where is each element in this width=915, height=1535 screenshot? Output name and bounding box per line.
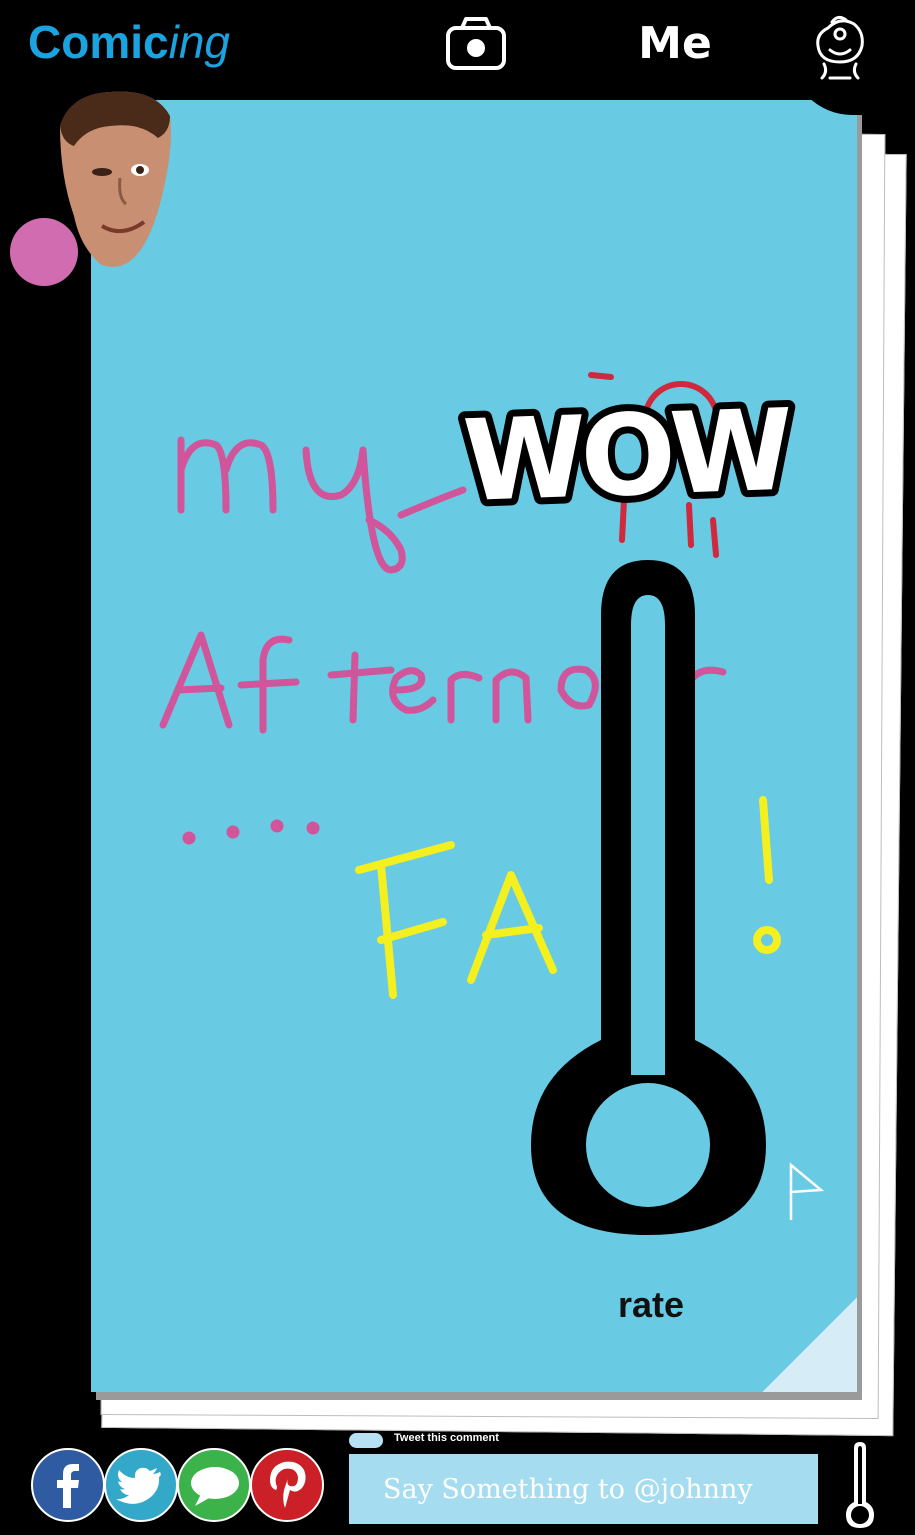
rate-thermometer-icon[interactable] xyxy=(840,1440,880,1530)
comic-drawing: WOW xyxy=(159,372,825,1235)
thermometer-icon xyxy=(531,560,766,1235)
twitter-button[interactable] xyxy=(104,1448,178,1522)
app-logo[interactable]: Comicing xyxy=(28,14,230,70)
me-button[interactable]: Me xyxy=(630,16,720,72)
pinterest-icon xyxy=(270,1461,306,1508)
pinterest-button[interactable] xyxy=(250,1448,324,1522)
svg-text:WOW: WOW xyxy=(461,386,793,527)
tweet-toggle[interactable] xyxy=(349,1433,383,1448)
speech-bubble-icon xyxy=(191,1467,239,1506)
wow-sticker: WOW xyxy=(454,379,800,534)
rate-label[interactable]: rate xyxy=(591,1284,711,1326)
baby-face-icon xyxy=(816,15,864,80)
top-bar: Comicing Me xyxy=(0,0,915,100)
page-curl[interactable] xyxy=(762,1297,857,1392)
comment-button[interactable] xyxy=(177,1448,251,1522)
logo-italic-text: ing xyxy=(168,16,230,68)
camera-button[interactable] xyxy=(442,16,510,72)
comic-view-page: Comicing Me WOW rate Tweet this comment … xyxy=(0,0,915,1535)
twitter-icon xyxy=(116,1467,161,1504)
comment-input[interactable] xyxy=(349,1454,818,1524)
avatar[interactable] xyxy=(50,86,176,270)
camera-icon xyxy=(446,17,506,70)
facebook-button[interactable] xyxy=(31,1448,105,1522)
tweet-label: Tweet this comment xyxy=(394,1432,499,1444)
logo-bold-text: Comic xyxy=(28,16,169,68)
profile-button[interactable] xyxy=(790,0,915,115)
comic-panel[interactable]: WOW rate xyxy=(91,100,857,1392)
facebook-icon xyxy=(57,1464,79,1508)
